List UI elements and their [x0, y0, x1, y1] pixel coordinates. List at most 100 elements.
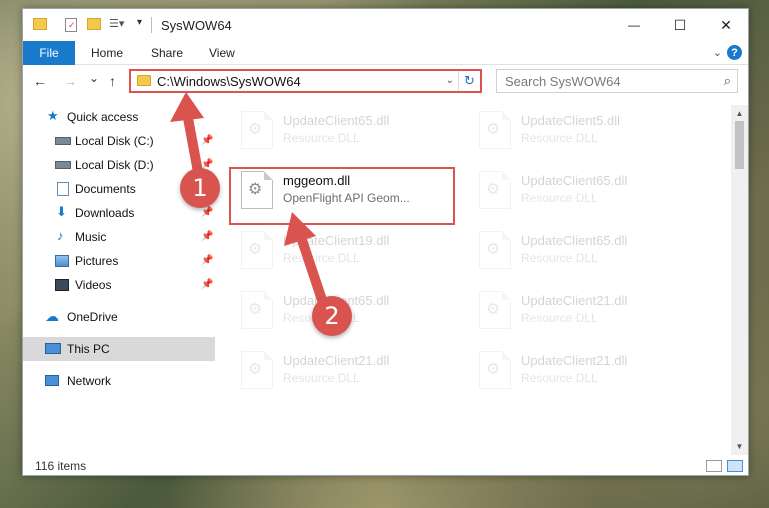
file-name: UpdateClient21.dll — [521, 353, 628, 368]
callout-2: 2 — [312, 296, 352, 336]
vertical-scrollbar[interactable]: ▲ ▼ — [731, 105, 748, 455]
dll-file-icon: ⚙ — [479, 171, 511, 209]
file-name: UpdateClient19.dll — [283, 233, 390, 248]
explorer-window: ✓ ☰▾ ▾ SysWOW64 — ☐ ✕ File Home Share Vi… — [22, 8, 749, 476]
star-icon: ★ — [47, 108, 59, 123]
cloud-icon: ☁ — [45, 308, 59, 324]
sidebar-item-this-pc[interactable]: This PC — [23, 337, 215, 361]
sidebar-item-label: Documents — [75, 182, 136, 196]
file-item[interactable]: ⚙ UpdateClient65.dll Resource DLL — [473, 225, 695, 279]
large-icons-view-icon[interactable] — [727, 460, 743, 472]
file-description: Resource DLL — [521, 311, 598, 325]
minimize-button[interactable]: — — [611, 9, 657, 41]
tab-home[interactable]: Home — [91, 46, 123, 60]
sidebar-item-label: This PC — [67, 342, 110, 356]
item-count: 116 items — [35, 459, 87, 473]
scroll-up-icon[interactable]: ▲ — [731, 105, 748, 122]
network-icon — [45, 375, 59, 386]
back-button[interactable]: ← — [33, 73, 47, 89]
file-name: UpdateClient65.dll — [521, 173, 628, 188]
window-title: SysWOW64 — [161, 18, 232, 33]
search-icon: ⌕ — [723, 73, 731, 88]
title-bar: ✓ ☰▾ ▾ SysWOW64 — ☐ ✕ — [23, 9, 748, 41]
search-input[interactable]: Search SysWOW64 — [505, 74, 621, 89]
up-button[interactable]: ↑ — [109, 73, 116, 89]
address-bar[interactable]: C:\Windows\SysWOW64 ⌄ ↻ — [129, 69, 482, 93]
file-name: UpdateClient21.dll — [283, 353, 390, 368]
ribbon-tabs: File Home Share View ⌄ ? — [23, 41, 748, 65]
pin-icon[interactable]: 📌 — [201, 279, 213, 290]
dll-file-icon: ⚙ — [479, 351, 511, 389]
sidebar-item-label: Downloads — [75, 206, 135, 220]
file-name: UpdateClient65.dll — [521, 233, 628, 248]
navigation-pane: ★ Quick access Local Disk (C:) 📌 Local D… — [23, 105, 215, 445]
sidebar-item-videos[interactable]: Videos 📌 — [23, 273, 215, 297]
pin-icon[interactable]: 📌 — [201, 231, 213, 242]
scrollbar-thumb[interactable] — [735, 121, 744, 169]
dll-file-icon: ⚙ — [241, 291, 273, 329]
file-description: Resource DLL — [521, 371, 598, 385]
sidebar-item-downloads[interactable]: ⬇ Downloads 📌 — [23, 201, 215, 225]
dll-file-icon: ⚙ — [241, 231, 273, 269]
details-view-icon[interactable] — [706, 460, 722, 472]
tab-file[interactable]: File — [23, 41, 75, 65]
address-dropdown-icon[interactable]: ⌄ — [446, 75, 454, 86]
refresh-button[interactable]: ↻ — [458, 71, 480, 91]
pin-icon[interactable]: 📌 — [201, 255, 213, 266]
properties-icon[interactable]: ✓ — [65, 18, 77, 32]
dll-file-icon: ⚙ — [479, 111, 511, 149]
sidebar-item-label: Quick access — [67, 110, 139, 124]
file-item[interactable]: ⚙ UpdateClient5.dll Resource DLL — [473, 105, 695, 159]
download-icon: ⬇ — [56, 204, 67, 219]
sidebar-item-label: Music — [75, 230, 107, 244]
videos-icon — [55, 279, 69, 291]
tab-share[interactable]: Share — [151, 46, 183, 60]
sidebar-item-network[interactable]: Network — [23, 369, 215, 393]
status-bar: 116 items — [23, 455, 748, 477]
drive-icon — [55, 137, 71, 145]
file-item[interactable]: ⚙ UpdateClient21.dll Resource DLL — [235, 345, 457, 399]
sidebar-item-local-disk-c[interactable]: Local Disk (C:) 📌 — [23, 129, 215, 153]
sidebar-item-label: Network — [67, 374, 112, 388]
dll-file-icon: ⚙ — [241, 111, 273, 149]
sidebar-item-onedrive[interactable]: ☁ OneDrive — [23, 305, 215, 329]
file-description: Resource DLL — [283, 371, 360, 385]
ribbon-collapse-icon[interactable]: ⌄ — [713, 46, 722, 59]
file-name: UpdateClient5.dll — [521, 113, 621, 128]
search-box[interactable]: Search SysWOW64 ⌕ — [496, 69, 738, 93]
dll-file-icon: ⚙ — [479, 231, 511, 269]
folder-icon — [33, 18, 47, 30]
sidebar-item-quick-access[interactable]: ★ Quick access — [23, 105, 215, 129]
sidebar-item-label: Pictures — [75, 254, 119, 268]
pictures-icon — [55, 255, 69, 267]
address-path[interactable]: C:\Windows\SysWOW64 — [157, 74, 301, 89]
file-item[interactable]: ⚙ UpdateClient21.dll Resource DLL — [473, 345, 695, 399]
computer-icon — [45, 343, 61, 354]
sidebar-item-music[interactable]: ♪ Music 📌 — [23, 225, 215, 249]
sidebar-item-pictures[interactable]: Pictures 📌 — [23, 249, 215, 273]
drive-icon — [55, 161, 71, 169]
file-item[interactable]: ⚙ UpdateClient21.dll Resource DLL — [473, 285, 695, 339]
music-icon: ♪ — [57, 228, 64, 243]
scroll-down-icon[interactable]: ▼ — [731, 438, 748, 455]
customize-toolbar-icon[interactable]: ☰▾ — [109, 17, 124, 30]
navigation-bar: ← → ⌄ ↑ C:\Windows\SysWOW64 ⌄ ↻ Search S… — [23, 67, 748, 97]
help-icon[interactable]: ? — [727, 45, 742, 60]
pin-icon[interactable]: 📌 — [201, 207, 213, 218]
callout-1: 1 — [180, 168, 220, 208]
file-item[interactable]: ⚙ UpdateClient65.dll Resource DLL — [235, 105, 457, 159]
new-folder-icon[interactable] — [87, 18, 101, 30]
forward-button[interactable]: → — [63, 73, 77, 89]
sidebar-item-label: Local Disk (D:) — [75, 158, 154, 172]
quick-access-dropdown-icon[interactable]: ▾ — [137, 17, 142, 28]
tab-view[interactable]: View — [209, 46, 235, 60]
dll-file-icon: ⚙ — [479, 291, 511, 329]
file-item[interactable]: ⚙ UpdateClient65.dll Resource DLL — [473, 165, 695, 219]
file-description: Resource DLL — [521, 191, 598, 205]
recent-locations-button[interactable]: ⌄ — [89, 71, 99, 85]
file-item[interactable]: ⚙ UpdateClient19.dll Resource DLL — [235, 225, 457, 279]
close-button[interactable]: ✕ — [703, 9, 749, 41]
pin-icon[interactable]: 📌 — [201, 135, 213, 146]
maximize-button[interactable]: ☐ — [657, 9, 703, 41]
folder-icon — [137, 75, 151, 86]
